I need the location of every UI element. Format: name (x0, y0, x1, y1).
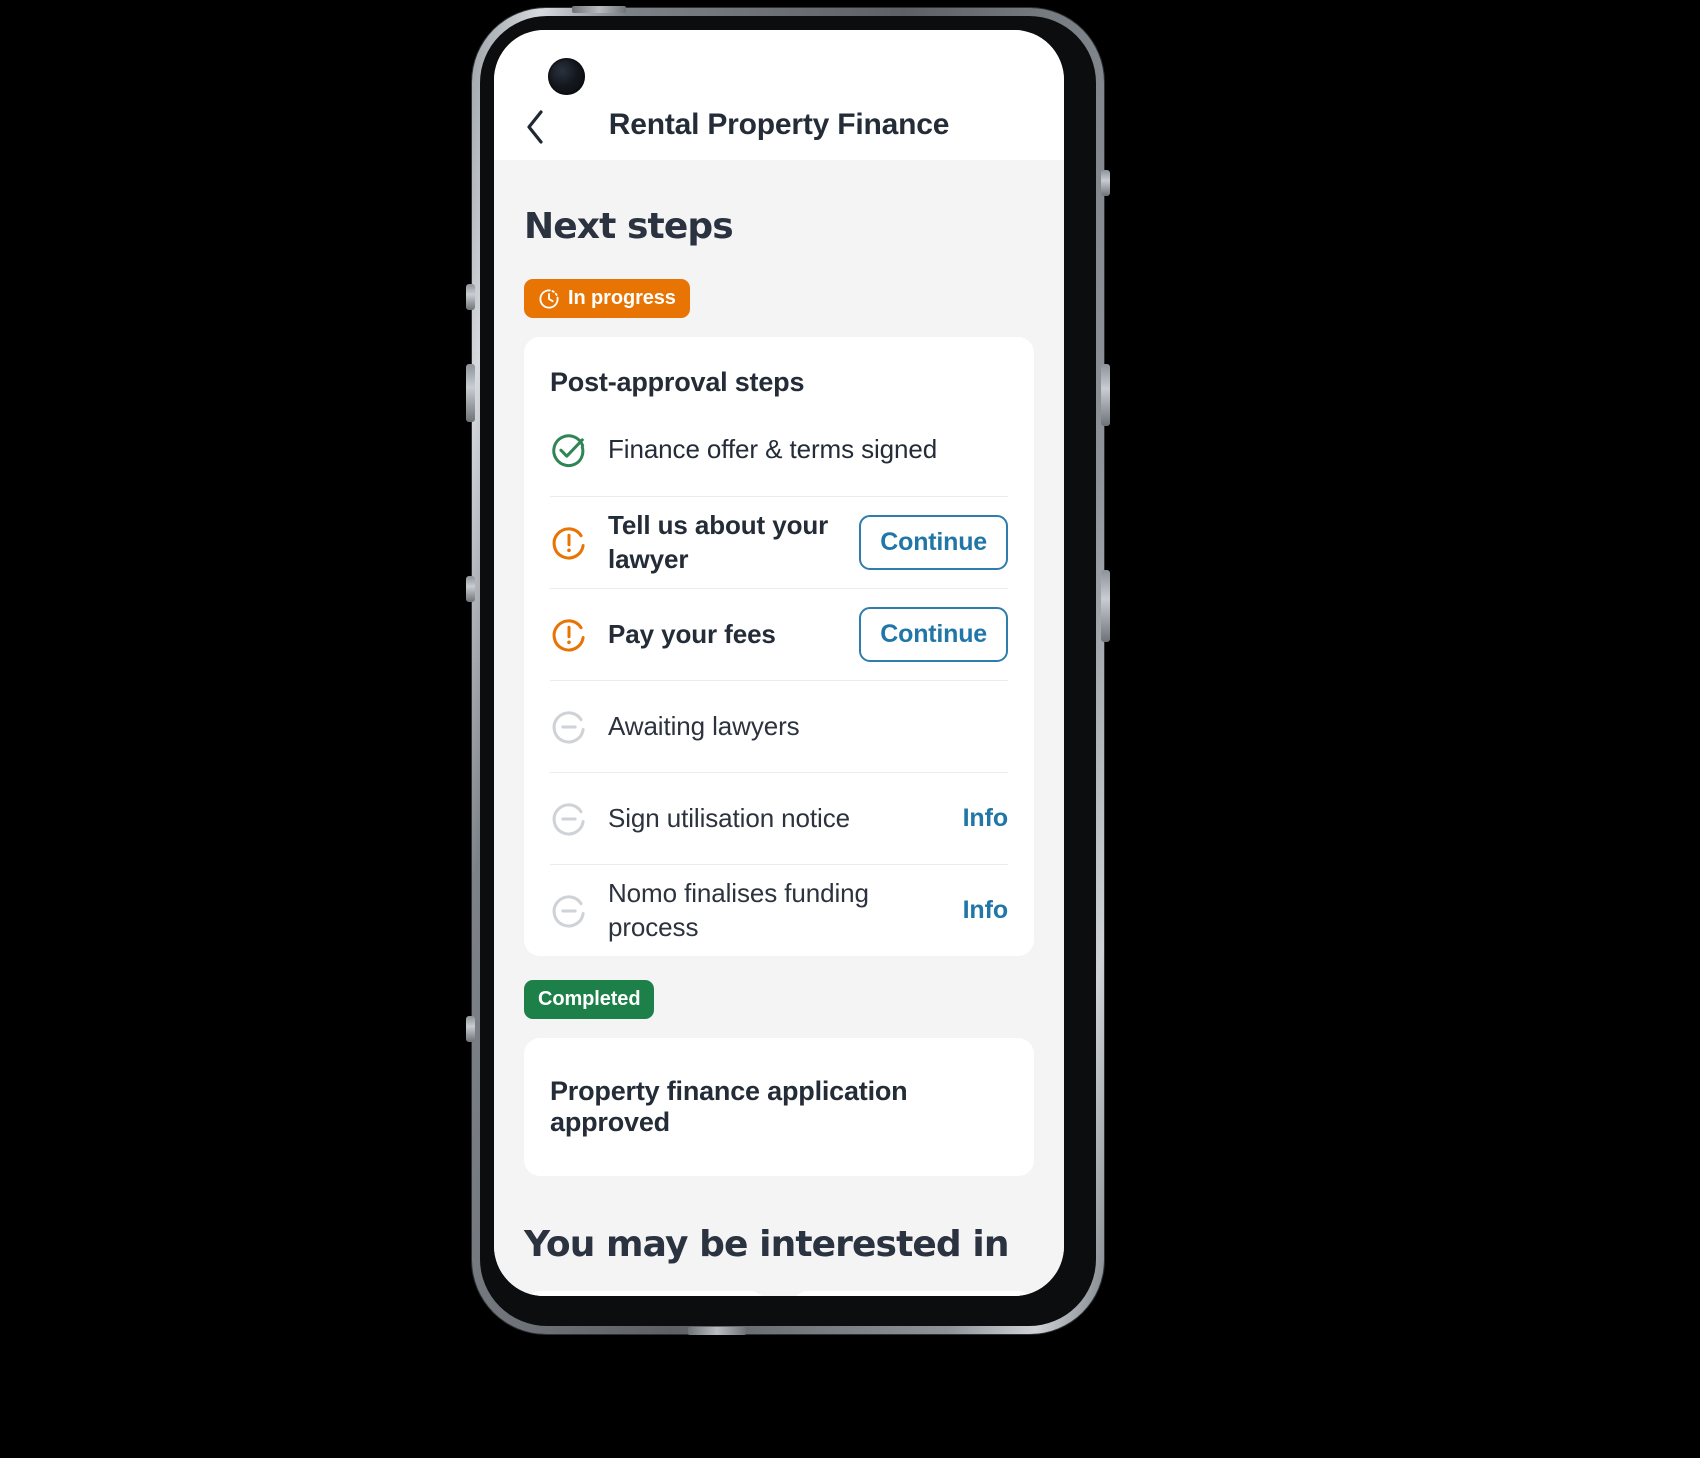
minus-circle-icon (552, 802, 585, 835)
step-row: Nomo finalises funding process Info (550, 864, 1008, 956)
interested-card-1[interactable] (524, 1291, 766, 1296)
step-row: Pay your fees Continue (550, 588, 1008, 680)
status-badge-label: In progress (568, 287, 676, 309)
interested-cards-row (524, 1291, 1034, 1296)
check-circle-icon (552, 434, 585, 468)
status-badge-completed: Completed (524, 980, 655, 1019)
completed-card-title: Property finance application approved (524, 1038, 1034, 1176)
step-row: Finance offer & terms signed (550, 404, 1008, 496)
page-content: Next steps In progress Post-approval ste… (494, 160, 1064, 1296)
step-label: Sign utilisation notice (608, 802, 850, 833)
front-camera-punch-hole (548, 58, 585, 95)
continue-button-lawyer[interactable]: Continue (859, 515, 1008, 570)
step-row: Sign utilisation notice Info (550, 772, 1008, 864)
phone-frame: Rental Property Finance Next steps In pr… (472, 8, 1104, 1334)
info-link-utilisation-notice[interactable]: Info (963, 804, 1009, 833)
continue-button-fees[interactable]: Continue (859, 607, 1008, 662)
phone-side-button (466, 284, 475, 310)
step-label: Awaiting lawyers (608, 710, 800, 741)
step-row: Awaiting lawyers (550, 680, 1008, 772)
step-label: Nomo finalises funding process (608, 877, 869, 942)
phone-antenna-band (572, 6, 626, 13)
page-title: Rental Property Finance (608, 108, 950, 141)
clock-icon (539, 288, 559, 308)
post-approval-card-title: Post-approval steps (550, 367, 805, 397)
interested-heading: You may be interested in (524, 1224, 1009, 1265)
minus-circle-icon (552, 710, 585, 743)
phone-volume-button (466, 364, 475, 422)
minus-circle-icon (552, 894, 585, 927)
phone-antenna-band (688, 1327, 746, 1335)
step-label: Tell us about your lawyer (608, 509, 829, 574)
phone-side-button (1101, 170, 1110, 196)
step-row: Tell us about your lawyer Continue (550, 496, 1008, 588)
interested-card-2[interactable] (792, 1291, 1034, 1296)
status-badge-in-progress: In progress (524, 279, 690, 318)
phone-screen: Rental Property Finance Next steps In pr… (494, 30, 1064, 1296)
phone-power-button (1101, 364, 1110, 426)
phone-side-button (466, 1016, 475, 1042)
step-label: Finance offer & terms signed (608, 434, 938, 465)
phone-side-button (466, 576, 475, 602)
screenshot-stage: Rental Property Finance Next steps In pr… (0, 0, 1700, 1458)
post-approval-card: Post-approval steps Finance offer & term… (524, 337, 1034, 956)
step-label: Pay your fees (608, 618, 776, 649)
app-header: Rental Property Finance (494, 30, 1064, 160)
info-link-funding-process[interactable]: Info (963, 896, 1009, 925)
next-steps-heading: Next steps (524, 206, 734, 247)
alert-circle-icon (552, 526, 585, 559)
alert-circle-icon (552, 618, 585, 651)
phone-volume-button (1101, 570, 1110, 642)
